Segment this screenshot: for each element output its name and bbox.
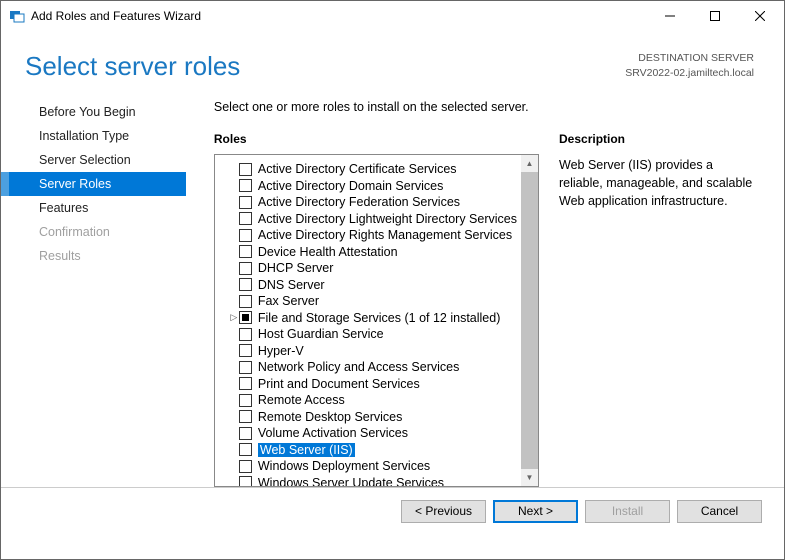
role-label: File and Storage Services (1 of 12 insta… bbox=[258, 311, 501, 325]
window-title: Add Roles and Features Wizard bbox=[31, 9, 647, 23]
role-checkbox[interactable] bbox=[239, 179, 252, 192]
role-checkbox[interactable] bbox=[239, 245, 252, 258]
role-checkbox[interactable] bbox=[239, 476, 252, 486]
cancel-button[interactable]: Cancel bbox=[677, 500, 762, 523]
title-bar: Add Roles and Features Wizard bbox=[1, 1, 784, 31]
role-label: Active Directory Rights Management Servi… bbox=[258, 228, 512, 242]
destination-label: DESTINATION SERVER bbox=[625, 51, 754, 66]
role-checkbox[interactable] bbox=[239, 295, 252, 308]
close-button[interactable] bbox=[737, 2, 782, 31]
role-item[interactable]: Web Server (IIS) bbox=[215, 442, 521, 459]
app-icon bbox=[9, 8, 25, 24]
destination-value: SRV2022-02.jamiltech.local bbox=[625, 66, 754, 81]
role-checkbox[interactable] bbox=[239, 394, 252, 407]
role-item[interactable]: Windows Server Update Services bbox=[215, 475, 521, 487]
previous-button[interactable]: < Previous bbox=[401, 500, 486, 523]
role-checkbox[interactable] bbox=[239, 377, 252, 390]
role-checkbox[interactable] bbox=[239, 229, 252, 242]
maximize-button[interactable] bbox=[692, 2, 737, 31]
role-item[interactable]: Active Directory Rights Management Servi… bbox=[215, 227, 521, 244]
role-item[interactable]: Print and Document Services bbox=[215, 376, 521, 393]
role-checkbox[interactable] bbox=[239, 460, 252, 473]
scroll-up-icon[interactable]: ▲ bbox=[521, 155, 538, 172]
role-label: Active Directory Lightweight Directory S… bbox=[258, 212, 517, 226]
role-item[interactable]: Active Directory Federation Services bbox=[215, 194, 521, 211]
role-label: Active Directory Certificate Services bbox=[258, 162, 457, 176]
role-label: Hyper-V bbox=[258, 344, 304, 358]
minimize-button[interactable] bbox=[647, 2, 692, 31]
description-heading: Description bbox=[559, 132, 759, 146]
header: Select server roles DESTINATION SERVER S… bbox=[1, 31, 784, 92]
role-label: Device Health Attestation bbox=[258, 245, 398, 259]
role-label: Remote Desktop Services bbox=[258, 410, 403, 424]
role-checkbox[interactable] bbox=[239, 163, 252, 176]
role-item[interactable]: DHCP Server bbox=[215, 260, 521, 277]
role-label: Active Directory Federation Services bbox=[258, 195, 460, 209]
role-item[interactable]: Remote Access bbox=[215, 392, 521, 409]
nav-item-confirmation: Confirmation bbox=[1, 220, 186, 244]
role-checkbox[interactable] bbox=[239, 212, 252, 225]
install-button: Install bbox=[585, 500, 670, 523]
role-checkbox[interactable] bbox=[239, 410, 252, 423]
role-checkbox[interactable] bbox=[239, 262, 252, 275]
scrollbar[interactable]: ▲ ▼ bbox=[521, 155, 538, 486]
scroll-thumb[interactable] bbox=[521, 172, 538, 469]
role-checkbox[interactable] bbox=[239, 344, 252, 357]
role-checkbox[interactable] bbox=[239, 311, 252, 324]
wizard-nav: Before You BeginInstallation TypeServer … bbox=[1, 92, 186, 487]
expand-icon[interactable]: ▷ bbox=[229, 312, 239, 323]
nav-item-installation-type[interactable]: Installation Type bbox=[1, 124, 186, 148]
role-label: Windows Server Update Services bbox=[258, 476, 444, 486]
role-label: Host Guardian Service bbox=[258, 327, 384, 341]
role-checkbox[interactable] bbox=[239, 278, 252, 291]
nav-item-server-roles[interactable]: Server Roles bbox=[1, 172, 186, 196]
role-checkbox[interactable] bbox=[239, 443, 252, 456]
nav-item-before-you-begin[interactable]: Before You Begin bbox=[1, 100, 186, 124]
role-item[interactable]: Active Directory Certificate Services bbox=[215, 161, 521, 178]
role-item[interactable]: Network Policy and Access Services bbox=[215, 359, 521, 376]
role-label: DNS Server bbox=[258, 278, 325, 292]
role-label: Web Server (IIS) bbox=[258, 443, 355, 457]
role-item[interactable]: Active Directory Domain Services bbox=[215, 178, 521, 195]
roles-heading: Roles bbox=[214, 132, 539, 146]
nav-item-server-selection[interactable]: Server Selection bbox=[1, 148, 186, 172]
description-text: Web Server (IIS) provides a reliable, ma… bbox=[559, 156, 759, 210]
role-label: Windows Deployment Services bbox=[258, 459, 430, 473]
role-item[interactable]: ▷ File and Storage Services (1 of 12 inst… bbox=[215, 310, 521, 327]
nav-item-results: Results bbox=[1, 244, 186, 268]
next-button[interactable]: Next > bbox=[493, 500, 578, 523]
role-label: DHCP Server bbox=[258, 261, 333, 275]
role-item[interactable]: DNS Server bbox=[215, 277, 521, 294]
role-label: Remote Access bbox=[258, 393, 345, 407]
role-item[interactable]: Windows Deployment Services bbox=[215, 458, 521, 475]
role-label: Active Directory Domain Services bbox=[258, 179, 443, 193]
role-item[interactable]: Volume Activation Services bbox=[215, 425, 521, 442]
role-item[interactable]: Hyper-V bbox=[215, 343, 521, 360]
role-item[interactable]: Active Directory Lightweight Directory S… bbox=[215, 211, 521, 228]
role-label: Volume Activation Services bbox=[258, 426, 408, 440]
role-item[interactable]: Device Health Attestation bbox=[215, 244, 521, 261]
role-checkbox[interactable] bbox=[239, 328, 252, 341]
role-item[interactable]: Host Guardian Service bbox=[215, 326, 521, 343]
roles-listbox: Active Directory Certificate Services Act… bbox=[214, 154, 539, 487]
destination-server: DESTINATION SERVER SRV2022-02.jamiltech.… bbox=[625, 51, 754, 80]
role-checkbox[interactable] bbox=[239, 427, 252, 440]
role-checkbox[interactable] bbox=[239, 196, 252, 209]
intro-text: Select one or more roles to install on t… bbox=[214, 100, 759, 114]
scroll-down-icon[interactable]: ▼ bbox=[521, 469, 538, 486]
role-label: Network Policy and Access Services bbox=[258, 360, 459, 374]
footer: < Previous Next > Install Cancel bbox=[1, 487, 784, 534]
nav-item-features[interactable]: Features bbox=[1, 196, 186, 220]
role-item[interactable]: Fax Server bbox=[215, 293, 521, 310]
role-checkbox[interactable] bbox=[239, 361, 252, 374]
role-label: Fax Server bbox=[258, 294, 319, 308]
page-heading: Select server roles bbox=[25, 51, 625, 82]
role-label: Print and Document Services bbox=[258, 377, 420, 391]
role-item[interactable]: Remote Desktop Services bbox=[215, 409, 521, 426]
roles-list: Active Directory Certificate Services Act… bbox=[215, 155, 521, 486]
